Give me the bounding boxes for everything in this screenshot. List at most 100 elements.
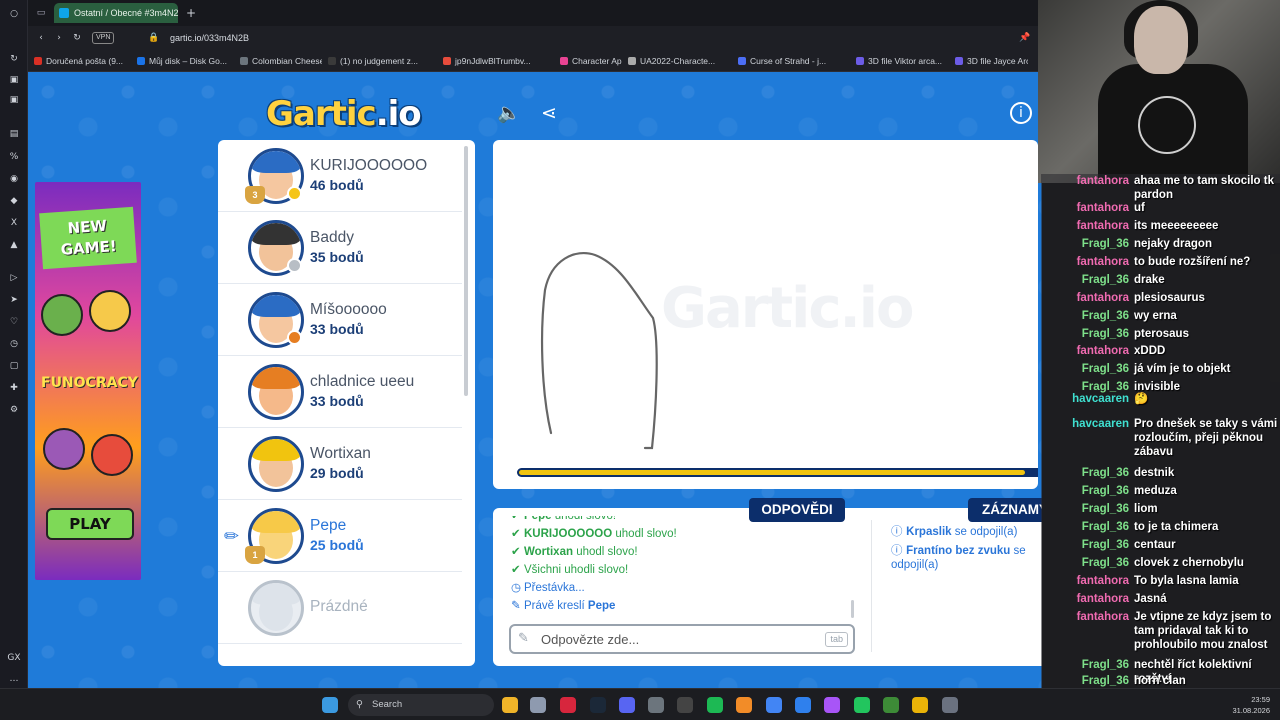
new-tab-icon[interactable]: + bbox=[184, 6, 198, 20]
opera-sidebar: ○ ↻ ▣ ▣ ▤% ◉ ◆ X ▲ ▷ ➤ ♡ ◷ ▢ ✚ ⚙ GX … bbox=[0, 0, 28, 688]
app-green-icon[interactable]: ▣ bbox=[7, 73, 21, 87]
player-score: 25 bodů bbox=[310, 537, 364, 553]
ad-face-icon bbox=[89, 290, 131, 332]
steam-icon[interactable] bbox=[590, 697, 606, 713]
player-row[interactable]: Prázdné bbox=[218, 572, 462, 644]
back-icon[interactable]: ‹ bbox=[34, 31, 48, 45]
bookmark-item[interactable]: 3D file Jayce Arca... bbox=[955, 54, 1028, 68]
taskbar-search-label: Search bbox=[372, 699, 403, 710]
heart-icon[interactable]: ♡ bbox=[7, 315, 21, 329]
tab-log[interactable]: ZÁZNAMY bbox=[968, 498, 1042, 522]
ad-thumbs-icon bbox=[41, 294, 83, 336]
chat-text: wy erna bbox=[1134, 310, 1177, 322]
start-icon[interactable] bbox=[322, 697, 338, 713]
bookmark-item[interactable]: Colombian Cheese... bbox=[240, 54, 322, 68]
twitch-icon[interactable]: ▤ bbox=[7, 127, 21, 141]
messenger-side-icon[interactable]: ◉ bbox=[7, 172, 21, 186]
player-row[interactable]: Míšoooooo 33 bodů bbox=[218, 284, 462, 356]
extension-icon[interactable]: ✚ bbox=[7, 381, 21, 395]
chat-text: centaur bbox=[1134, 539, 1176, 551]
player-row[interactable]: Wortixan 29 bodů bbox=[218, 428, 462, 500]
clock-date: 31.08.2026 bbox=[1232, 706, 1270, 715]
taskbar-search[interactable]: ⚲ Search bbox=[348, 694, 494, 716]
chat-text: clovek z chernobylu bbox=[1134, 557, 1244, 569]
affinity-icon[interactable] bbox=[677, 697, 693, 713]
gartic-logo[interactable]: Gartic.io bbox=[266, 94, 422, 134]
chat-text: liom bbox=[1134, 503, 1158, 515]
check-icon: ✔ bbox=[511, 526, 521, 540]
bookmark-item[interactable]: Curse of Strahd - j... bbox=[738, 54, 850, 68]
minecraft-icon[interactable] bbox=[883, 697, 899, 713]
sound-icon[interactable]: 🔈 bbox=[496, 100, 522, 126]
chat-text: plesiosaurus bbox=[1134, 292, 1205, 304]
chrome-icon[interactable] bbox=[766, 697, 782, 713]
messenger-icon[interactable] bbox=[824, 697, 840, 713]
desktop: ○ ↻ ▣ ▣ ▤% ◉ ◆ X ▲ ▷ ➤ ♡ ◷ ▢ ✚ ⚙ GX … ▭ Ostatní / Obecné … bbox=[0, 0, 1280, 720]
ad-banner[interactable]: NEW GAME! FUNOCRACY PLAY bbox=[35, 182, 141, 580]
player-list-scrollbar[interactable] bbox=[464, 146, 468, 396]
percent-icon[interactable]: % bbox=[7, 150, 21, 164]
browser-tab-active[interactable]: Ostatní / Obecné #3m4N2B bbox=[54, 3, 178, 23]
settings-icon[interactable] bbox=[942, 697, 958, 713]
more-icon[interactable]: … bbox=[7, 672, 21, 686]
workspaces-icon[interactable]: ▭ bbox=[34, 6, 48, 20]
answer-text: Přestávka... bbox=[524, 582, 585, 594]
box-icon[interactable]: ▢ bbox=[7, 359, 21, 373]
pencil-icon: ✎ bbox=[511, 598, 521, 612]
player-icon[interactable]: ▷ bbox=[7, 271, 21, 285]
player-row[interactable]: 3 KURIJOOOOOO 46 bodů bbox=[218, 140, 462, 212]
save-app-icon[interactable] bbox=[530, 697, 546, 713]
chat-username: fantahora bbox=[1076, 256, 1129, 268]
pin-icon[interactable]: 📌 bbox=[1018, 31, 1032, 45]
bookmark-item[interactable]: (1) no judgement z... bbox=[328, 54, 437, 68]
clock-icon[interactable]: ◷ bbox=[7, 337, 21, 351]
bookmark-item[interactable]: Můj disk – Disk Go... bbox=[137, 54, 234, 68]
answers-scrollbar[interactable] bbox=[851, 600, 854, 618]
chat-text: to bude rozšíření ne? bbox=[1134, 256, 1251, 268]
bluesky-icon[interactable]: ◆ bbox=[7, 194, 21, 208]
obs-icon[interactable] bbox=[648, 697, 664, 713]
telegram-icon[interactable]: ▲ bbox=[7, 238, 21, 252]
app-music-icon[interactable]: ▣ bbox=[7, 93, 21, 107]
webcam-face bbox=[1134, 6, 1188, 74]
file-explorer-icon[interactable] bbox=[502, 697, 518, 713]
opera-logo-icon[interactable]: ○ bbox=[7, 7, 21, 21]
bookmark-item[interactable]: Character App bbox=[560, 54, 622, 68]
log-entry: ⓘ Frantíno bez zvuku se odpojil(a) bbox=[891, 543, 1041, 572]
bookmark-label: Curse of Strahd - j... bbox=[750, 56, 827, 66]
sheets-icon[interactable] bbox=[854, 697, 870, 713]
x-icon[interactable]: X bbox=[7, 216, 21, 230]
reload-icon[interactable]: ↻ bbox=[70, 31, 84, 45]
history-icon[interactable]: ↻ bbox=[7, 52, 21, 66]
vpn-badge[interactable]: VPN bbox=[92, 32, 115, 44]
info-icon[interactable]: i bbox=[1010, 102, 1032, 124]
bookmark-item[interactable]: UA2022-Characte... bbox=[628, 54, 732, 68]
arrow-app-icon[interactable] bbox=[912, 697, 928, 713]
forward-icon[interactable]: › bbox=[52, 31, 66, 45]
opera-gx-icon[interactable] bbox=[560, 697, 576, 713]
gear-icon[interactable]: ⚙ bbox=[7, 403, 21, 417]
player-row[interactable]: chladnice ueeu 33 bodů bbox=[218, 356, 462, 428]
system-clock[interactable]: 23:59 31.08.2026 bbox=[1220, 694, 1270, 716]
tab-answers[interactable]: ODPOVĚDI bbox=[749, 498, 845, 522]
app-icon[interactable] bbox=[795, 697, 811, 713]
bookmark-item[interactable]: jp9nJdlwBlTrumbv... bbox=[443, 54, 554, 68]
discord-icon[interactable] bbox=[619, 697, 635, 713]
answer-user: Pepe bbox=[587, 600, 616, 612]
share-icon[interactable]: ⋖ bbox=[536, 100, 562, 126]
player-name: Míšoooooo bbox=[310, 301, 387, 318]
send-icon[interactable]: ➤ bbox=[7, 293, 21, 307]
bookmark-item[interactable]: Doručená pošta (9... bbox=[34, 54, 131, 68]
player-row[interactable]: Baddy 35 bodů bbox=[218, 212, 462, 284]
chat-text: Jasná bbox=[1134, 593, 1167, 605]
answer-field[interactable]: ✎ tab bbox=[509, 624, 855, 654]
ad-play-button[interactable]: PLAY bbox=[46, 508, 134, 540]
bookmark-item[interactable]: 3D file Viktor arca... bbox=[856, 54, 949, 68]
vlc-icon[interactable] bbox=[736, 697, 752, 713]
gx-icon[interactable]: GX bbox=[7, 651, 21, 665]
drawing-canvas[interactable]: Gartic.io bbox=[493, 140, 1038, 489]
url-field[interactable]: 🔒 gartic.io/033m4N2B bbox=[140, 30, 470, 46]
spotify-icon[interactable] bbox=[707, 697, 723, 713]
player-row[interactable]: 1 ✏ Pepe 25 bodů bbox=[218, 500, 462, 572]
answer-input[interactable] bbox=[541, 630, 811, 648]
